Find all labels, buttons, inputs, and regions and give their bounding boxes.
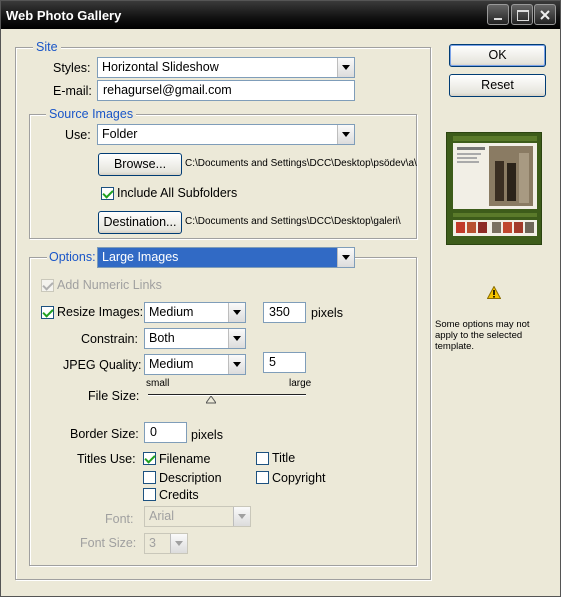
pixels-unit: pixels [311,306,343,320]
titles-copyright-checkbox[interactable] [256,471,269,484]
use-value: Folder [102,127,138,141]
border-size-field[interactable]: 0 [144,422,187,443]
resize-select[interactable]: Medium [144,302,246,323]
resize-images-label[interactable]: Resize Images: [57,305,143,319]
warning-icon [487,286,501,299]
options-value: Large Images [102,250,179,264]
titles-credits-label[interactable]: Credits [159,488,199,502]
constrain-value: Both [149,331,175,345]
titles-description-checkbox[interactable] [143,471,156,484]
chevron-down-icon[interactable] [228,355,245,374]
font-size-select[interactable]: 3 [144,533,188,554]
minimize-button[interactable] [487,4,509,25]
add-numeric-links-label[interactable]: Add Numeric Links [57,278,162,292]
include-subfolders-label[interactable]: Include All Subfolders [117,186,237,200]
options-select[interactable]: Large Images [97,247,355,268]
titles-description-label[interactable]: Description [159,471,222,485]
file-size-max-label: large [289,378,312,389]
chevron-down-icon[interactable] [228,329,245,348]
titles-filename-label[interactable]: Filename [159,452,210,466]
font-size-value: 3 [149,536,156,550]
destination-path: C:\Documents and Settings\DCC\Desktop\ga… [185,216,401,227]
options-label: Options: [47,250,98,264]
close-button[interactable] [534,4,556,25]
titles-filename-checkbox[interactable] [143,452,156,465]
border-unit: pixels [191,428,223,442]
jpeg-quality-value: Medium [149,357,194,371]
border-size-label: Border Size: [70,427,139,441]
constrain-select[interactable]: Both [144,328,246,349]
include-subfolders-checkbox[interactable] [101,187,114,200]
ok-button[interactable]: OK [449,44,546,67]
jpeg-quality-number-field[interactable]: 5 [263,352,306,373]
reset-button[interactable]: Reset [449,74,546,97]
source-images-legend: Source Images [46,107,137,121]
constrain-label: Constrain: [81,332,138,346]
email-field[interactable]: rehagursel@gmail.com [97,80,355,101]
chevron-down-icon[interactable] [337,58,354,77]
styles-label: Styles: [53,61,91,75]
jpeg-quality-label: JPEG Quality: [63,358,142,372]
destination-button[interactable]: Destination... [98,211,182,234]
resize-value: Medium [149,305,194,319]
window-title: Web Photo Gallery [6,8,122,23]
titles-use-label: Titles Use: [77,452,136,466]
browse-path: C:\Documents and Settings\DCC\Desktop\ps… [185,158,417,169]
styles-select[interactable]: Horizontal Slideshow [97,57,355,78]
titles-credits-checkbox[interactable] [143,488,156,501]
styles-value: Horizontal Slideshow [102,60,219,74]
dialog-window: Web Photo Gallery Site Styles: Horizonta… [0,0,561,597]
close-icon [540,10,550,20]
font-value: Arial [149,509,175,523]
add-numeric-links-checkbox[interactable] [41,279,54,292]
email-label: E-mail: [53,84,92,98]
title-bar[interactable]: Web Photo Gallery [1,1,560,29]
warning-text: Some options may not apply to the select… [435,319,530,352]
titles-copyright-label[interactable]: Copyright [272,471,326,485]
site-legend: Site [33,40,61,54]
use-label: Use: [65,128,91,142]
chevron-down-icon[interactable] [233,507,250,526]
jpeg-quality-select[interactable]: Medium [144,354,246,375]
font-select[interactable]: Arial [144,506,251,527]
chevron-down-icon[interactable] [337,125,354,144]
file-size-slider[interactable] [148,394,306,396]
chevron-down-icon[interactable] [337,248,354,267]
template-preview-thumbnail [446,132,542,245]
font-size-label: Font Size: [80,536,137,550]
resize-images-checkbox[interactable] [41,306,54,319]
resize-pixels-field[interactable]: 350 [263,302,306,323]
chevron-down-icon[interactable] [228,303,245,322]
file-size-label: File Size: [88,389,140,403]
chevron-down-icon[interactable] [170,534,187,553]
titles-title-label[interactable]: Title [272,451,295,465]
titles-title-checkbox[interactable] [256,452,269,465]
use-select[interactable]: Folder [97,124,355,145]
browse-button[interactable]: Browse... [98,153,182,176]
file-size-min-label: small [146,378,170,389]
font-label: Font: [105,512,134,526]
maximize-button[interactable] [511,4,533,25]
file-size-slider-thumb[interactable] [206,396,217,404]
